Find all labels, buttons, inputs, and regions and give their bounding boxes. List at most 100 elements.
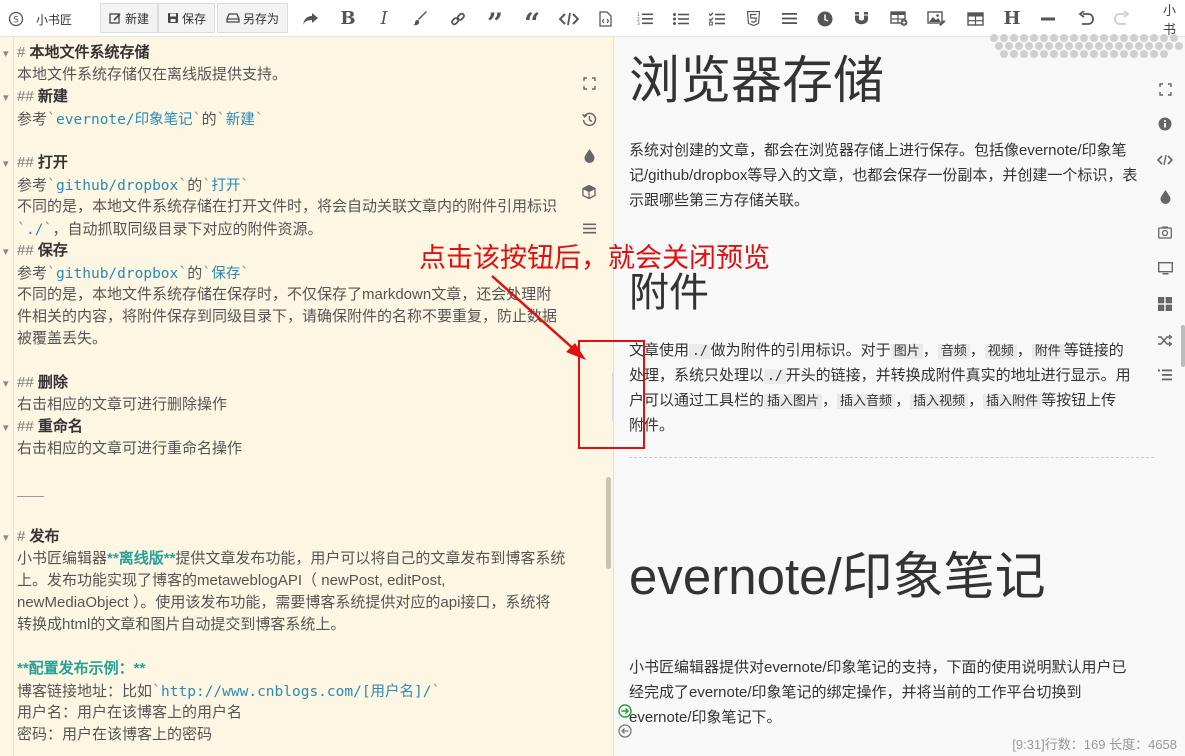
editor-line: 参考`github/dropbox`的`打开` xyxy=(17,176,250,194)
html5-button[interactable] xyxy=(742,0,764,37)
brush-icon xyxy=(412,11,427,26)
text: 本地文件系统存储仅在离线版提供支持。 xyxy=(17,66,288,83)
heading-mark: ## xyxy=(17,374,34,391)
toolbar-overflow-text: 小书 xyxy=(1163,2,1177,37)
link-button[interactable] xyxy=(446,0,470,37)
italic-button[interactable]: I xyxy=(372,0,396,37)
save-button[interactable]: 保存 xyxy=(158,3,216,33)
unordered-list-button[interactable] xyxy=(670,0,692,37)
save-as-button[interactable]: 另存为 xyxy=(217,3,289,33)
expand-icon xyxy=(582,76,596,90)
monitor-icon xyxy=(1157,261,1173,274)
dot xyxy=(1050,34,1058,42)
preview-paragraph: 经完成了evernote/印象笔记的绑定操作，并将当前的工作平台切换到 xyxy=(629,684,1082,701)
align-button[interactable] xyxy=(778,0,800,37)
hr-button[interactable] xyxy=(1036,0,1060,37)
bold-icon: B xyxy=(340,8,356,29)
annotation-callout: 点击该按钮后，就会关闭预览 xyxy=(419,243,770,274)
code-button[interactable] xyxy=(557,0,581,37)
magnet-button[interactable] xyxy=(850,0,872,37)
link-icon xyxy=(451,12,465,25)
quote-right-button[interactable]: ” xyxy=(483,0,507,40)
fold-toggle-icon[interactable]: ▾ xyxy=(3,377,9,390)
editor-line: 不同的是，本地文件系统存储在保存时，不仅保存了markdown文章，还会处理附 xyxy=(17,284,551,306)
editor-line: 小书匠编辑器**离线版**提供文章发布功能，用户可以将自己的文章发布到博客系统 xyxy=(17,548,565,570)
bold-button[interactable]: B xyxy=(336,0,360,37)
fold-toggle-icon[interactable]: ▾ xyxy=(3,531,9,544)
camera-icon xyxy=(1158,226,1172,239)
snapshot-button[interactable] xyxy=(1153,220,1177,244)
preview-theme-button[interactable] xyxy=(1153,185,1177,209)
undo-icon xyxy=(1078,11,1094,25)
toolbar: S 小书匠 新建 保存 另存为 B I ” “ 123 H 小书 xyxy=(0,0,1185,40)
redo-button[interactable] xyxy=(1110,0,1134,37)
dot xyxy=(1065,42,1073,50)
heading-text: 删除 xyxy=(37,374,68,391)
cube-button[interactable] xyxy=(578,181,600,203)
dot xyxy=(1095,42,1103,50)
text: ， xyxy=(895,392,911,409)
editor-hr-mark xyxy=(17,496,44,497)
highlight-button[interactable] xyxy=(408,0,432,37)
editor-heading-line: ## 保存 xyxy=(17,240,68,262)
layout-button[interactable] xyxy=(1153,292,1177,316)
fullscreen-button[interactable] xyxy=(578,72,600,94)
text: 户可以通过工具栏的 xyxy=(629,392,765,409)
preview-scrollbar[interactable] xyxy=(1181,325,1185,367)
fold-toggle-icon[interactable]: ▾ xyxy=(3,157,9,170)
table-button[interactable] xyxy=(963,0,987,37)
undo-button[interactable] xyxy=(1074,0,1098,37)
fold-toggle-icon[interactable]: ▾ xyxy=(3,91,9,104)
quote-left-button[interactable]: “ xyxy=(520,0,544,40)
table-plus-button[interactable] xyxy=(887,0,911,37)
editor-line: 右击相应的文章可进行删除操作 xyxy=(17,394,227,416)
present-button[interactable] xyxy=(1153,256,1177,280)
preview-fullscreen-button[interactable] xyxy=(1153,77,1177,101)
heading-text: 重命名 xyxy=(37,418,83,435)
dot xyxy=(1060,50,1068,58)
logo-text: 小书匠 xyxy=(36,12,73,27)
toc-button[interactable] xyxy=(1153,363,1177,387)
preview-paragraph: 系统对创建的文章，都会在浏览器存储上进行保存。包括像evernote/印象笔 xyxy=(629,142,1127,159)
new-button[interactable]: 新建 xyxy=(100,3,159,33)
arrow-circle-right-icon[interactable] xyxy=(618,704,632,718)
preview-code-button[interactable] xyxy=(1153,148,1177,172)
text: 被覆盖丢失。 xyxy=(17,330,108,347)
info-button[interactable] xyxy=(1153,112,1177,136)
markdown-editor[interactable]: ▾ # 本地文件系统存储 本地文件系统存储仅在离线版提供支持。 ▾ ## 新建 参考`ev… xyxy=(0,37,613,756)
text: 上。发布功能实现了博客的metaweblogAPI（ newPost, edit… xyxy=(17,572,446,589)
dot xyxy=(1060,34,1068,42)
fold-toggle-icon[interactable]: ▾ xyxy=(3,245,9,258)
text: 不同的是，本地文件系统存储在打开文件时，将会自动关联文章内的附件引用标识 xyxy=(17,198,558,215)
text: 密码：用户在该博客上的密码 xyxy=(17,726,213,743)
theme-button[interactable] xyxy=(578,145,600,167)
image-button[interactable] xyxy=(924,0,948,37)
preview-paragraph: 小书匠编辑器提供对evernote/印象笔记的支持，下面的使用说明默认用户已 xyxy=(629,659,1127,676)
dot xyxy=(1130,50,1138,58)
app-logo[interactable]: S 小书匠 xyxy=(8,9,72,29)
code-icon xyxy=(559,12,579,25)
dot xyxy=(1075,42,1083,50)
random-button[interactable] xyxy=(1153,328,1177,352)
share-button[interactable] xyxy=(298,0,322,37)
ordered-list-button[interactable]: 123 xyxy=(634,0,656,37)
toolbar-overflow-label: 小书 xyxy=(1163,0,1185,37)
heading-button[interactable]: H xyxy=(1000,0,1024,37)
clock-icon xyxy=(817,11,833,26)
fold-toggle-icon[interactable]: ▾ xyxy=(3,421,9,434)
file-code-button[interactable] xyxy=(594,0,616,37)
arrow-circle-left-icon[interactable] xyxy=(618,724,632,738)
save-icon xyxy=(168,13,178,23)
fold-toggle-icon[interactable]: ▾ xyxy=(3,47,9,60)
dot xyxy=(1010,50,1018,58)
preview-paragraph: 示跟哪些第三方存储关联。 xyxy=(629,192,810,209)
editor-scrollbar[interactable] xyxy=(606,477,611,569)
text: 转换成html的文章和图片自动提交到博客系统上。 xyxy=(17,616,346,633)
unordered-list-icon xyxy=(673,12,689,25)
time-button[interactable] xyxy=(814,0,836,37)
task-list-button[interactable] xyxy=(706,0,728,37)
dot xyxy=(1110,34,1118,42)
history-button[interactable] xyxy=(578,108,600,130)
preview-hr xyxy=(629,457,1154,458)
dot xyxy=(1155,42,1163,50)
